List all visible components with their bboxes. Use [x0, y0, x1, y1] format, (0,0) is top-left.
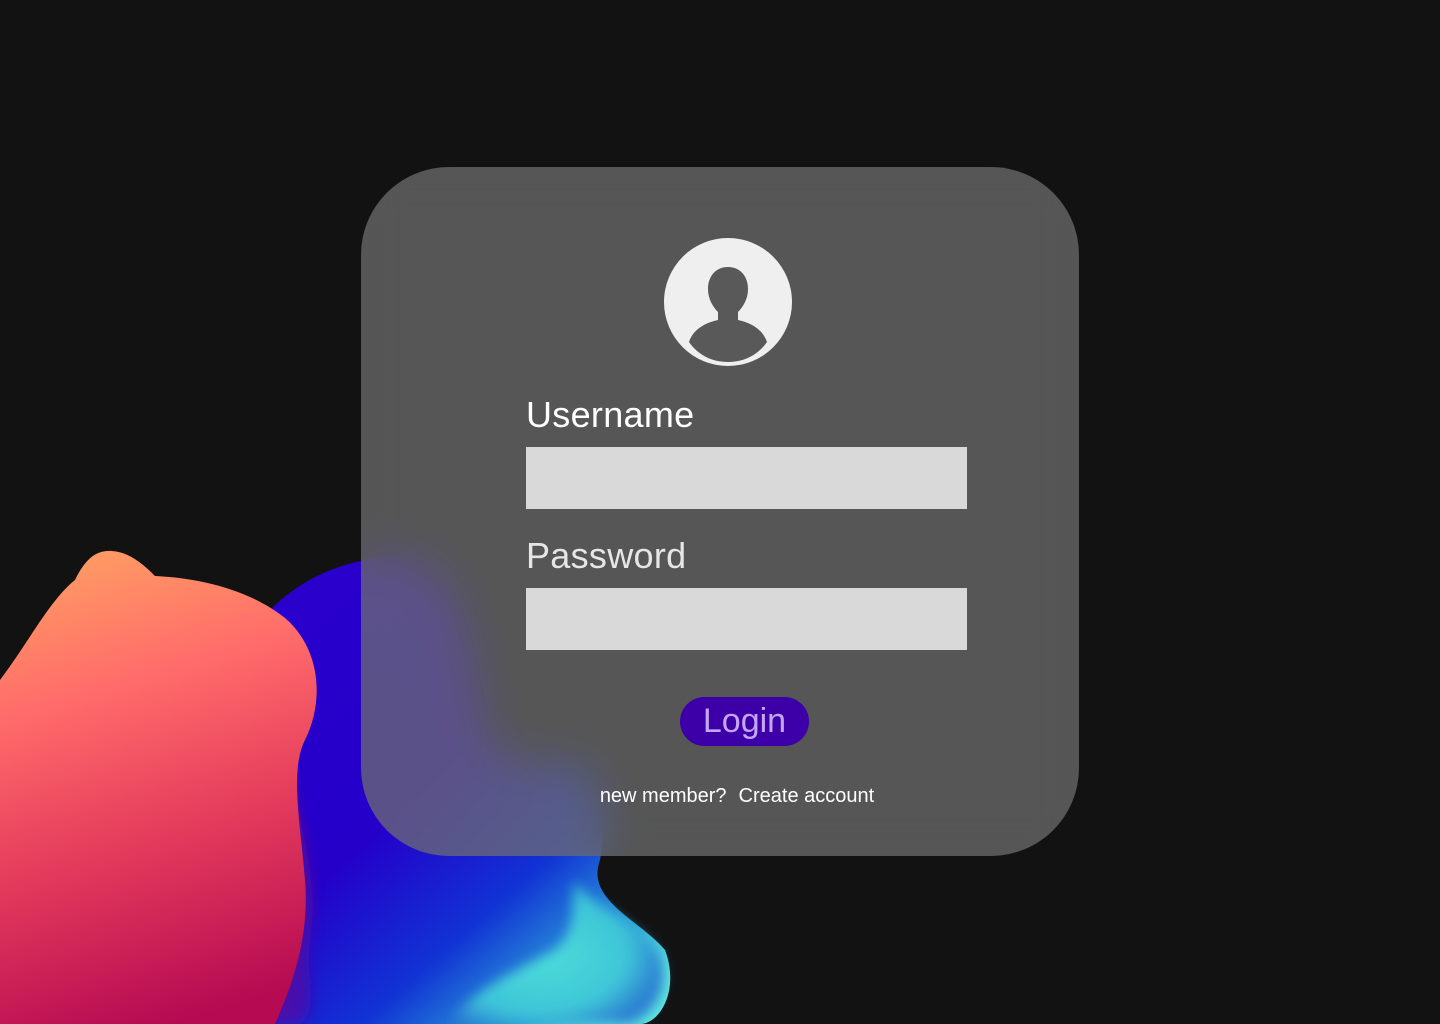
user-silhouette-icon — [689, 267, 767, 362]
signup-row: new member? Create account — [361, 784, 1079, 808]
login-card: Username Password Login new member? Creat… — [361, 167, 1079, 856]
password-label: Password — [526, 535, 687, 576]
login-button[interactable]: Login — [680, 697, 809, 746]
password-input[interactable] — [526, 588, 967, 650]
username-label: Username — [526, 394, 695, 435]
red-blob — [0, 550, 317, 1024]
username-input[interactable] — [526, 447, 967, 509]
create-account-link[interactable]: Create account — [739, 785, 875, 807]
avatar — [664, 238, 792, 366]
signup-prompt: new member? — [599, 785, 727, 807]
login-screen: Username Password Login new member? Creat… — [0, 0, 1440, 1024]
